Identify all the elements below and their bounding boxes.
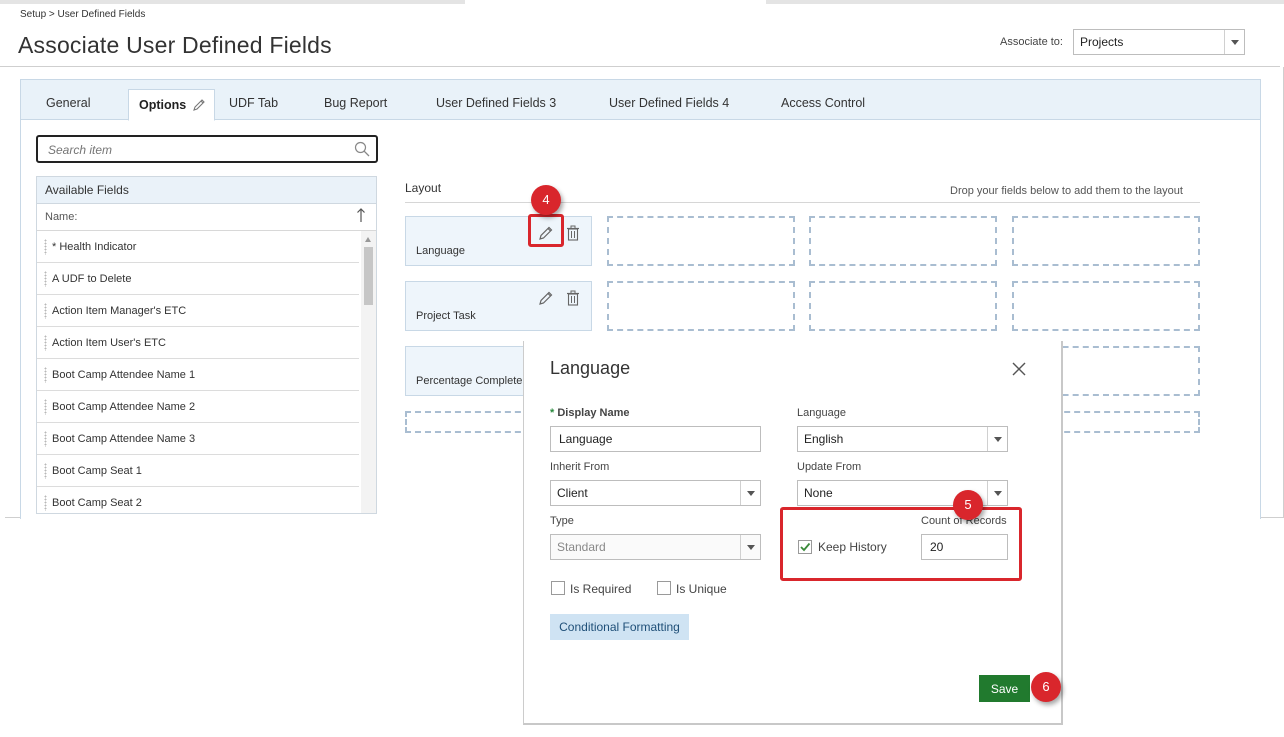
scrollbar-thumb[interactable]	[364, 247, 373, 305]
associate-to-label: Associate to:	[1000, 36, 1063, 48]
layout-drop-zone[interactable]	[1012, 281, 1200, 331]
tab-user-defined-fields-4[interactable]: User Defined Fields 4	[609, 96, 729, 110]
drag-handle-icon[interactable]	[44, 495, 47, 511]
layout-drop-zone[interactable]	[607, 281, 795, 331]
is-required-label: Is Required	[570, 582, 632, 596]
callout-highlight-edit	[528, 214, 564, 247]
layout-drop-zone[interactable]	[1012, 216, 1200, 266]
search-icon[interactable]	[354, 141, 370, 162]
is-unique-label: Is Unique	[676, 582, 727, 596]
display-name-label: * Display Name	[550, 407, 630, 419]
pencil-icon[interactable]	[538, 290, 554, 311]
list-item[interactable]: Action Item User's ETC	[37, 327, 359, 359]
language-select[interactable]: English	[797, 426, 1008, 452]
drag-handle-icon[interactable]	[44, 463, 47, 479]
available-fields-list: * Health Indicator A UDF to Delete Actio…	[37, 231, 359, 513]
list-item[interactable]: Boot Camp Seat 2	[37, 487, 359, 513]
layout-field-project-task[interactable]: Project Task	[405, 281, 592, 331]
available-fields-panel: Available Fields Name: * Health Indicato…	[36, 176, 377, 514]
available-fields-title: Available Fields	[37, 177, 376, 204]
tab-bar: General Options UDF Tab Bug Report User …	[21, 80, 1260, 121]
conditional-formatting-button[interactable]: Conditional Formatting	[550, 614, 689, 640]
save-button[interactable]: Save	[979, 675, 1030, 702]
is-unique-checkbox[interactable]	[657, 581, 671, 595]
layout-drop-zone[interactable]	[809, 216, 997, 266]
language-label: Language	[797, 407, 846, 419]
display-name-input[interactable]	[550, 426, 761, 452]
list-scrollbar[interactable]	[361, 231, 376, 513]
inherit-from-label: Inherit From	[550, 461, 610, 473]
associate-to-value: Projects	[1080, 35, 1124, 49]
tab-user-defined-fields-3[interactable]: User Defined Fields 3	[436, 96, 556, 110]
chevron-down-icon	[987, 481, 1007, 505]
layout-divider	[405, 202, 1200, 203]
chevron-down-icon	[987, 427, 1007, 451]
drag-handle-icon[interactable]	[44, 271, 47, 287]
callout-badge-6: 6	[1031, 672, 1061, 702]
drag-handle-icon[interactable]	[44, 303, 47, 319]
search-input[interactable]	[46, 140, 336, 160]
list-item[interactable]: Boot Camp Seat 1	[37, 455, 359, 487]
callout-badge-5: 5	[953, 490, 983, 520]
scroll-up-arrow-icon[interactable]	[365, 237, 371, 242]
layout-label: Layout	[405, 181, 442, 195]
list-item[interactable]: * Health Indicator	[37, 231, 359, 263]
drag-handle-icon[interactable]	[44, 431, 47, 447]
list-item[interactable]: A UDF to Delete	[37, 263, 359, 295]
chevron-down-icon	[1224, 30, 1244, 54]
type-select[interactable]: Standard	[550, 534, 761, 560]
name-column-label: Name:	[45, 211, 78, 223]
tab-options[interactable]: Options	[128, 89, 216, 121]
layout-drop-zone[interactable]	[607, 216, 795, 266]
dialog-title: Language	[550, 358, 631, 378]
layout-field-label: Language	[416, 245, 465, 257]
sort-ascending-icon[interactable]	[356, 207, 366, 226]
pencil-icon[interactable]	[192, 98, 206, 120]
drag-handle-icon[interactable]	[44, 399, 47, 415]
drag-handle-icon[interactable]	[44, 239, 47, 255]
callout-highlight-history	[780, 507, 1022, 581]
is-required-checkbox[interactable]	[551, 581, 565, 595]
breadcrumb: Setup > User Defined Fields	[20, 9, 146, 20]
layout-field-label: Percentage Complete	[416, 375, 523, 387]
drag-handle-icon[interactable]	[44, 335, 47, 351]
tab-access-control[interactable]: Access Control	[781, 96, 865, 110]
list-item[interactable]: Action Item Manager's ETC	[37, 295, 359, 327]
callout-badge-4: 4	[531, 185, 561, 215]
close-icon[interactable]	[1012, 362, 1026, 381]
search-box	[36, 135, 378, 163]
tab-general[interactable]: General	[46, 96, 90, 110]
inherit-from-select[interactable]: Client	[550, 480, 761, 506]
top-strip	[0, 0, 1284, 4]
type-label: Type	[550, 515, 574, 527]
list-item[interactable]: Boot Camp Attendee Name 2	[37, 391, 359, 423]
chevron-down-icon	[740, 535, 760, 559]
trash-icon[interactable]	[566, 225, 580, 246]
trash-icon[interactable]	[566, 290, 580, 311]
associate-to-select[interactable]: Projects	[1073, 29, 1245, 55]
list-item[interactable]: Boot Camp Attendee Name 3	[37, 423, 359, 455]
page-title: Associate User Defined Fields	[18, 32, 332, 58]
layout-hint: Drop your fields below to add them to th…	[950, 185, 1183, 197]
update-from-label: Update From	[797, 461, 862, 473]
list-item[interactable]: Boot Camp Attendee Name 1	[37, 359, 359, 391]
tab-options-label: Options	[139, 98, 187, 112]
tab-bug-report[interactable]: Bug Report	[324, 96, 387, 110]
layout-drop-zone[interactable]	[809, 281, 997, 331]
layout-field-label: Project Task	[416, 310, 476, 322]
chevron-down-icon	[740, 481, 760, 505]
name-column-header[interactable]: Name:	[37, 204, 376, 231]
tab-udf-tab[interactable]: UDF Tab	[229, 96, 278, 110]
drag-handle-icon[interactable]	[44, 367, 47, 383]
